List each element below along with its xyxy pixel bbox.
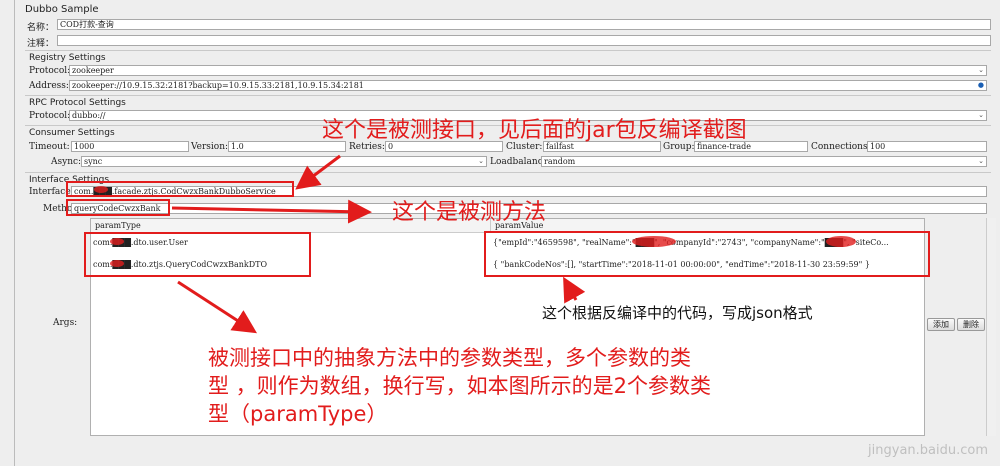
connections-label: Connections:: [811, 142, 871, 152]
highlight-paramvalue: [484, 231, 930, 277]
registry-address-label: Address:: [29, 81, 69, 91]
annotation-param-line3: 型（paramType）: [208, 402, 388, 426]
chevron-down-icon: ⌄: [978, 111, 984, 119]
registry-address-input[interactable]: zookeeper://10.9.15.32:2181?backup=10.9.…: [69, 80, 987, 91]
chevron-down-icon: ⌄: [978, 157, 984, 165]
vertical-scrollbar[interactable]: [986, 218, 996, 436]
chevron-down-icon: ⌄: [478, 157, 484, 165]
args-label: Args:: [53, 318, 78, 328]
highlight-method: [66, 199, 170, 216]
registry-protocol-select[interactable]: zookeeper ⌄: [69, 65, 987, 76]
async-label: Async:: [51, 157, 82, 167]
comment-label: 注释：: [27, 39, 55, 49]
registry-protocol-label: Protocol:: [29, 66, 71, 76]
registry-section-title: Registry Settings: [29, 53, 106, 63]
panel-title: Dubbo Sample: [25, 4, 99, 15]
consumer-section-title: Consumer Settings: [29, 128, 115, 138]
registry-address-value: zookeeper://10.9.15.32:2181?backup=10.9.…: [72, 81, 364, 90]
registry-protocol-value: zookeeper: [72, 66, 114, 75]
loadbalance-value: random: [544, 157, 576, 166]
async-select[interactable]: sync ⌄: [81, 156, 487, 167]
rpc-protocol-value: dubbo://: [72, 111, 106, 120]
delete-arg-button[interactable]: 删除: [957, 318, 985, 331]
annotation-method: 这个是被测方法: [392, 200, 547, 225]
async-value: sync: [84, 157, 103, 166]
timeout-label: Timeout:: [29, 142, 70, 152]
info-icon[interactable]: ●: [978, 81, 984, 90]
version-label: Version:: [191, 142, 229, 152]
name-label: 名称：: [27, 23, 55, 33]
annotation-json: 这个根据反编译中的代码，写成json格式: [542, 304, 813, 322]
timeout-input[interactable]: 1000: [71, 141, 189, 152]
annotation-param-line1: 被测接口中的抽象方法中的参数类型，多个参数的类: [208, 346, 691, 370]
annotation-interface: 这个是被测接口，见后面的jar包反编译截图: [322, 118, 747, 143]
add-arg-button[interactable]: 添加: [927, 318, 955, 331]
rpc-section-title: RPC Protocol Settings: [29, 98, 126, 108]
comment-field[interactable]: [57, 35, 991, 46]
rpc-protocol-label: Protocol:: [29, 111, 71, 121]
watermark: jingyan.baidu.com: [868, 443, 988, 458]
annotation-param-line2: 型 ，则作为数组，换行写，如本图所示的是2个参数类: [208, 374, 712, 398]
highlight-paramtype: [84, 232, 311, 277]
chevron-down-icon: ⌄: [978, 66, 984, 74]
loadbalance-select[interactable]: random ⌄: [541, 156, 987, 167]
name-field[interactable]: COD打款-查询: [57, 19, 991, 30]
connections-input[interactable]: 100: [867, 141, 987, 152]
highlight-interface: [66, 181, 294, 197]
